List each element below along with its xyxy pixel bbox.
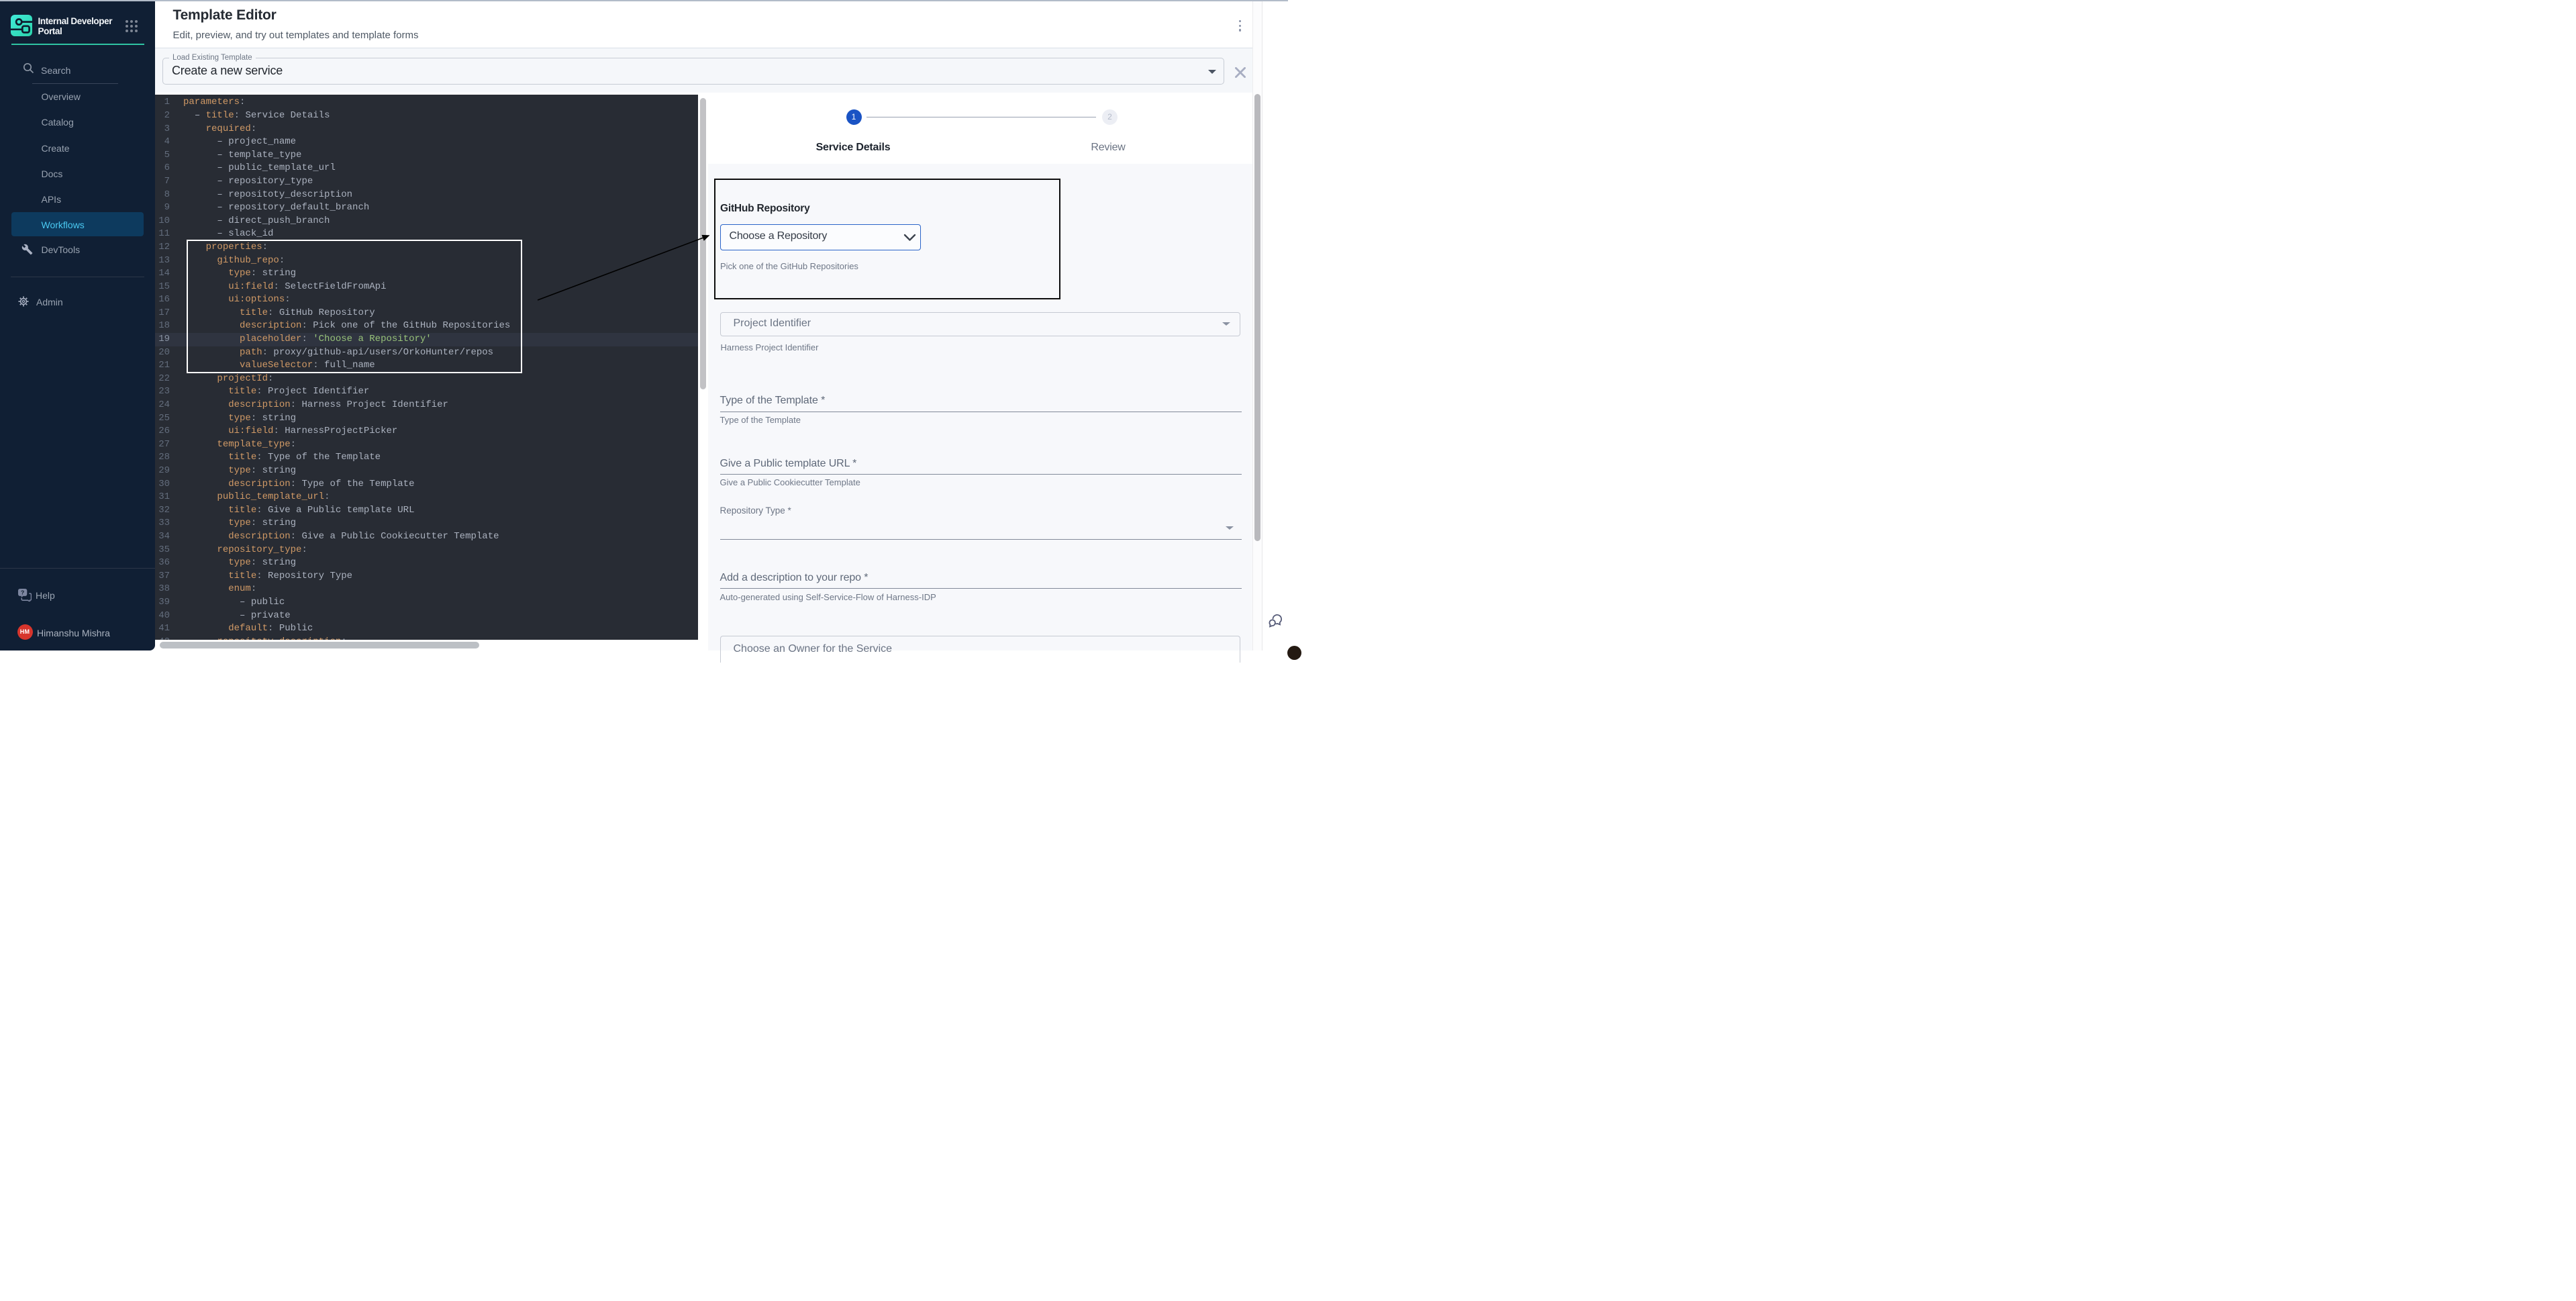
svg-text:?: ? <box>21 589 24 596</box>
